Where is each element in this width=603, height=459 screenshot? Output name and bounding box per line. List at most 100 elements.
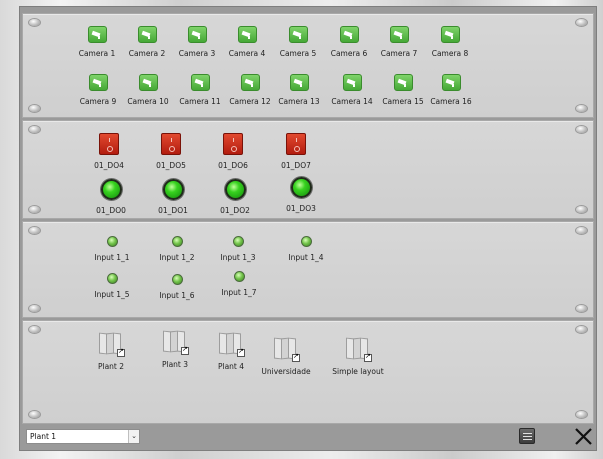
- camera-item[interactable]: Camera 10: [119, 74, 177, 106]
- camera-icon: [440, 26, 460, 43]
- output-switch[interactable]: 01_DO6: [204, 133, 262, 170]
- output-switch[interactable]: 01_DO7: [267, 133, 325, 170]
- input-label: Input 1_4: [288, 253, 324, 262]
- led-icon: [106, 273, 118, 284]
- notes-button[interactable]: [519, 428, 535, 444]
- camera-item[interactable]: Camera 16: [422, 74, 480, 106]
- output-led[interactable]: 01_DO3: [272, 177, 330, 213]
- input-indicator: Input 1_6: [148, 270, 206, 300]
- output-label: 01_DO5: [156, 161, 186, 170]
- plant-label: Plant 4: [217, 362, 245, 371]
- input-label: Input 1_5: [94, 290, 130, 299]
- bottom-bar: Plant 1 ⌄: [22, 426, 594, 448]
- plant-select-value: Plant 1: [30, 432, 57, 441]
- plant-link[interactable]: Plant 3: [146, 329, 204, 369]
- output-led[interactable]: 01_DO1: [144, 179, 202, 215]
- screw: [29, 305, 40, 312]
- screw: [29, 227, 40, 234]
- camera-icon: [138, 74, 158, 91]
- camera-icon: [339, 26, 359, 43]
- input-indicator: Input 1_1: [83, 232, 141, 262]
- plant-label: Plant 2: [97, 362, 125, 371]
- output-label: 01_DO3: [286, 204, 316, 213]
- camera-item[interactable]: Camera 8: [421, 26, 479, 58]
- camera-item[interactable]: Camera 7: [370, 26, 428, 58]
- output-label: 01_DO2: [220, 206, 250, 215]
- plant-label: Universidade: [261, 367, 311, 376]
- switch-icon: [99, 133, 119, 155]
- camera-label: Camera 7: [380, 49, 418, 58]
- camera-icon: [342, 74, 362, 91]
- led-icon: [290, 177, 312, 198]
- output-label: 01_DO4: [94, 161, 124, 170]
- screw: [576, 326, 587, 333]
- led-icon: [233, 271, 245, 282]
- output-label: 01_DO0: [96, 206, 126, 215]
- output-led[interactable]: 01_DO0: [82, 179, 140, 215]
- plant-link[interactable]: Simple layout: [329, 336, 387, 376]
- screw: [29, 206, 40, 213]
- camera-icon: [240, 74, 260, 91]
- switch-icon: [161, 133, 181, 155]
- input-label: Input 1_3: [220, 253, 256, 262]
- map-icon: [346, 336, 372, 362]
- input-label: Input 1_2: [159, 253, 195, 262]
- inputs-panel: Input 1_1 Input 1_2 Input 1_3 Input 1_4 …: [22, 221, 594, 318]
- input-indicator: Input 1_4: [277, 232, 335, 262]
- map-icon: [274, 336, 300, 362]
- screw: [576, 105, 587, 112]
- camera-icon: [137, 26, 157, 43]
- chevron-down-icon[interactable]: ⌄: [128, 430, 139, 443]
- camera-icon: [441, 74, 461, 91]
- input-label: Input 1_7: [221, 288, 257, 297]
- switch-icon: [286, 133, 306, 155]
- plant-link[interactable]: Universidade: [257, 336, 315, 376]
- camera-icon: [393, 74, 413, 91]
- camera-icon: [87, 26, 107, 43]
- switch-icon: [223, 133, 243, 155]
- screw: [576, 305, 587, 312]
- input-indicator: Input 1_7: [210, 267, 268, 297]
- output-switch[interactable]: 01_DO5: [142, 133, 200, 170]
- led-icon: [100, 179, 122, 200]
- camera-label: Camera 5: [279, 49, 317, 58]
- plant-link[interactable]: Plant 2: [82, 331, 140, 371]
- plant-select[interactable]: Plant 1 ⌄: [26, 429, 140, 444]
- camera-label: Camera 14: [331, 97, 373, 106]
- map-icon: [163, 329, 189, 355]
- input-indicator: Input 1_5: [83, 269, 141, 299]
- camera-item[interactable]: Camera 4: [218, 26, 276, 58]
- led-icon: [232, 236, 244, 247]
- led-icon: [171, 236, 183, 247]
- screw: [576, 227, 587, 234]
- output-label: 01_DO7: [281, 161, 311, 170]
- output-switch[interactable]: 01_DO4: [80, 133, 138, 170]
- screw: [29, 326, 40, 333]
- plant-link[interactable]: Plant 4: [202, 331, 260, 371]
- screw: [29, 105, 40, 112]
- camera-icon: [190, 74, 210, 91]
- screw: [576, 19, 587, 26]
- led-icon: [106, 236, 118, 247]
- screw: [29, 126, 40, 133]
- output-led[interactable]: 01_DO2: [206, 179, 264, 215]
- camera-label: Camera 13: [278, 97, 320, 106]
- camera-item[interactable]: Camera 14: [323, 74, 381, 106]
- led-icon: [171, 274, 183, 285]
- camera-label: Camera 4: [228, 49, 266, 58]
- led-icon: [224, 179, 246, 200]
- camera-icon: [289, 74, 309, 91]
- camera-item[interactable]: Camera 5: [269, 26, 327, 58]
- output-label: 01_DO1: [158, 206, 188, 215]
- camera-icon: [187, 26, 207, 43]
- camera-icon: [88, 74, 108, 91]
- screw: [576, 206, 587, 213]
- led-icon: [162, 179, 184, 200]
- plants-panel: Plant 2 Plant 3 Plant 4 Universidade Sim…: [22, 320, 594, 424]
- output-label: 01_DO6: [218, 161, 248, 170]
- close-button[interactable]: [573, 426, 594, 447]
- camera-item[interactable]: Camera 13: [270, 74, 328, 106]
- outputs-panel: 01_DO4 01_DO5 01_DO6 01_DO7 01_DO0 01_DO…: [22, 120, 594, 219]
- plant-label: Plant 3: [161, 360, 189, 369]
- screw: [29, 411, 40, 418]
